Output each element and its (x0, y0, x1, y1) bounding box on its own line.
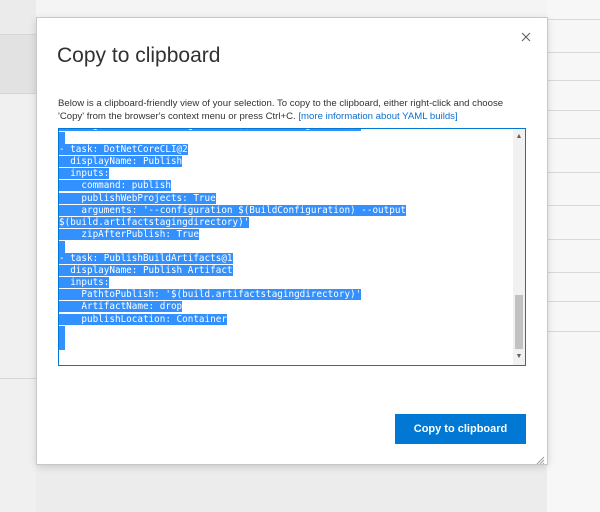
code-line: ArtifactName: drop (59, 301, 509, 313)
code-line: zipAfterPublish: True (59, 228, 509, 241)
code-line: inputs: (59, 277, 509, 289)
background-page-bottom (36, 464, 547, 512)
code-line: - task: DotNetCoreCLI@2 (59, 144, 509, 156)
scrollbar[interactable]: ▲ ▼ (513, 129, 525, 365)
background-page-left (0, 0, 36, 512)
code-line-text: command: publish (59, 180, 171, 192)
code-line-text: inputs: (59, 168, 110, 180)
yaml-code: arguments: '--configuration $(BuildConfi… (59, 129, 509, 350)
yaml-text-area[interactable]: arguments: '--configuration $(BuildConfi… (58, 128, 526, 366)
code-line-text: zipAfterPublish: True (59, 228, 199, 240)
code-line-text: publishWebProjects: True (59, 192, 216, 204)
code-line: arguments: '--configuration $(BuildConfi… (59, 204, 509, 217)
code-line (59, 240, 509, 254)
background-page-top (36, 0, 547, 18)
resize-grip-icon[interactable] (535, 452, 545, 465)
code-line-text: arguments: '--configuration $(BuildConfi… (59, 204, 407, 216)
code-line-text: displayName: Publish (59, 156, 183, 168)
code-line-text: PathtoPublish: '$(build.artifactstagingd… (59, 289, 362, 301)
code-line (59, 132, 509, 145)
code-line-text: ArtifactName: drop (59, 301, 183, 313)
code-line (59, 325, 509, 338)
code-line-text: arguments: '--configuration $(BuildConfi… (59, 129, 362, 131)
code-line: - task: PublishBuildArtifacts@1 (59, 253, 509, 265)
code-line-text: - task: PublishBuildArtifacts@1 (59, 253, 233, 265)
code-line: inputs: (59, 168, 509, 180)
background-page-right (547, 0, 600, 512)
code-line-text: inputs: (59, 277, 110, 289)
code-line-text (59, 337, 65, 350)
code-line-text: publishLocation: Container (59, 313, 227, 325)
code-line: PathtoPublish: '$(build.artifactstagingd… (59, 289, 509, 301)
code-line: publishWebProjects: True (59, 192, 509, 205)
copy-to-clipboard-dialog: Copy to clipboard Below is a clipboard-f… (37, 18, 547, 465)
dialog-description: Below is a clipboard-friendly view of yo… (58, 97, 528, 123)
close-icon[interactable] (519, 30, 533, 44)
code-line (59, 337, 509, 350)
scroll-up-arrow-icon[interactable]: ▲ (513, 131, 525, 143)
code-line-text (59, 240, 65, 254)
code-line: $(build.artifactstagingdirectory)' (59, 216, 509, 229)
code-line-text (59, 132, 65, 145)
code-line-text (59, 325, 65, 338)
code-line-text: displayName: Publish Artifact (59, 265, 233, 277)
copy-to-clipboard-button[interactable]: Copy to clipboard (395, 414, 526, 444)
dialog-title: Copy to clipboard (57, 44, 221, 67)
scrollbar-thumb[interactable] (515, 295, 523, 349)
code-line-text: $(build.artifactstagingdirectory)' (59, 216, 250, 228)
code-line: displayName: Publish Artifact (59, 265, 509, 277)
yaml-info-link[interactable]: [more information about YAML builds] (298, 111, 457, 122)
code-line-text: - task: DotNetCoreCLI@2 (59, 144, 188, 156)
code-line: publishLocation: Container (59, 313, 509, 326)
scroll-down-arrow-icon[interactable]: ▼ (513, 351, 525, 363)
code-line: command: publish (59, 180, 509, 192)
code-line: displayName: Publish (59, 156, 509, 168)
